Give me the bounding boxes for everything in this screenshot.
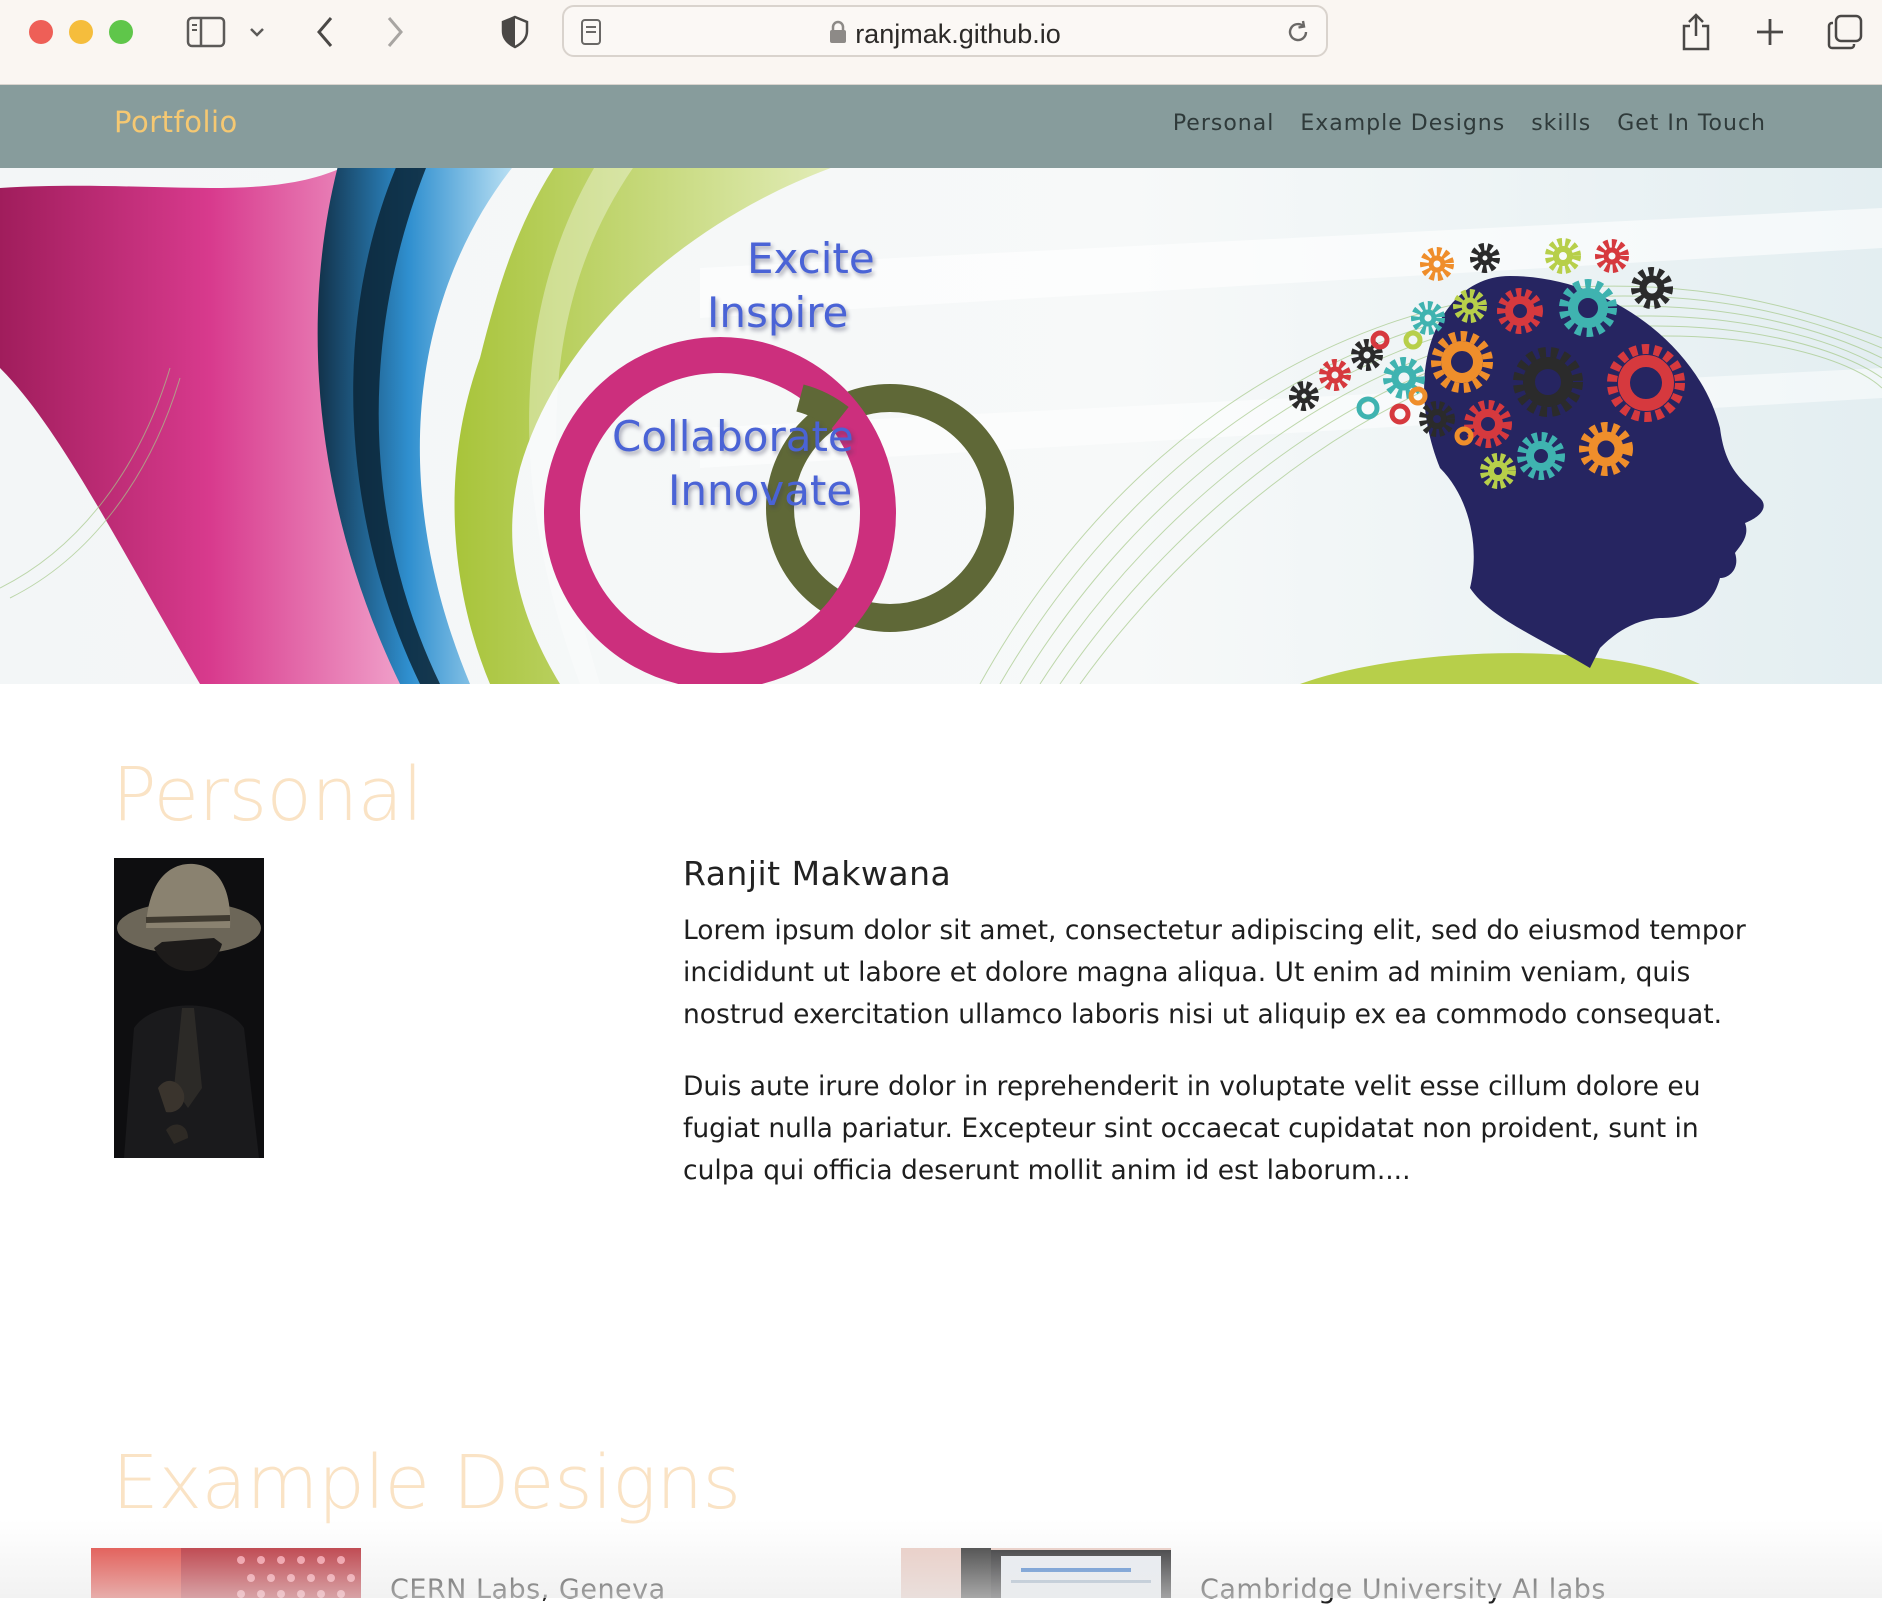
nav-links: Personal Example Designs skills Get In T… [1173, 111, 1766, 136]
nav-link-get-in-touch[interactable]: Get In Touch [1617, 111, 1766, 136]
hero-word-collaborate: Collaborate [612, 412, 854, 461]
browser-toolbar: ranjmak.github.io [0, 0, 1882, 85]
hero-banner: Excite Inspire Collaborate Innovate [0, 168, 1882, 684]
close-window-button[interactable] [29, 20, 53, 44]
zoom-window-button[interactable] [109, 20, 133, 44]
sidebar-toggle-icon[interactable] [184, 10, 228, 54]
card-thumbnail-cern[interactable] [91, 1548, 361, 1598]
nav-link-skills[interactable]: skills [1531, 111, 1591, 136]
personal-heading: Personal [112, 752, 423, 838]
reload-icon[interactable] [1284, 18, 1312, 50]
profile-name: Ranjit Makwana [683, 854, 952, 893]
new-tab-plus-icon[interactable] [1752, 10, 1788, 54]
hero-word-excite: Excite [747, 234, 875, 283]
lock-icon [829, 20, 847, 51]
hero-word-innovate: Innovate [668, 466, 853, 515]
card-thumbnail-cambridge[interactable] [901, 1548, 1171, 1598]
bio-paragraph-1: Lorem ipsum dolor sit amet, consectetur … [683, 915, 1746, 1030]
privacy-shield-icon[interactable] [498, 10, 532, 54]
nav-link-personal[interactable]: Personal [1173, 111, 1275, 136]
profile-photo [114, 858, 264, 1158]
hero-word-inspire: Inspire [707, 288, 849, 337]
card-title-cambridge[interactable]: Cambridge University AI labs [1200, 1574, 1606, 1605]
card-title-cern[interactable]: CERN Labs, Geneva [390, 1574, 666, 1605]
brand-link[interactable]: Portfolio [114, 105, 238, 139]
url-display: ranjmak.github.io [564, 19, 1326, 51]
gear-cluster-icon [1289, 238, 1685, 489]
address-bar[interactable]: ranjmak.github.io [562, 5, 1328, 57]
share-icon[interactable] [1678, 10, 1714, 54]
nav-link-example-designs[interactable]: Example Designs [1300, 111, 1505, 136]
minimize-window-button[interactable] [69, 20, 93, 44]
forward-arrow-icon[interactable] [382, 10, 408, 54]
url-text: ranjmak.github.io [855, 19, 1061, 49]
site-navbar: Portfolio Personal Example Designs skill… [0, 85, 1882, 168]
back-arrow-icon[interactable] [312, 10, 338, 54]
chevron-down-icon[interactable] [246, 10, 268, 54]
tab-overview-icon[interactable] [1826, 10, 1864, 54]
bio-paragraph-2: Duis aute irure dolor in reprehenderit i… [683, 1071, 1701, 1186]
example-designs-heading: Example Designs [112, 1440, 741, 1526]
